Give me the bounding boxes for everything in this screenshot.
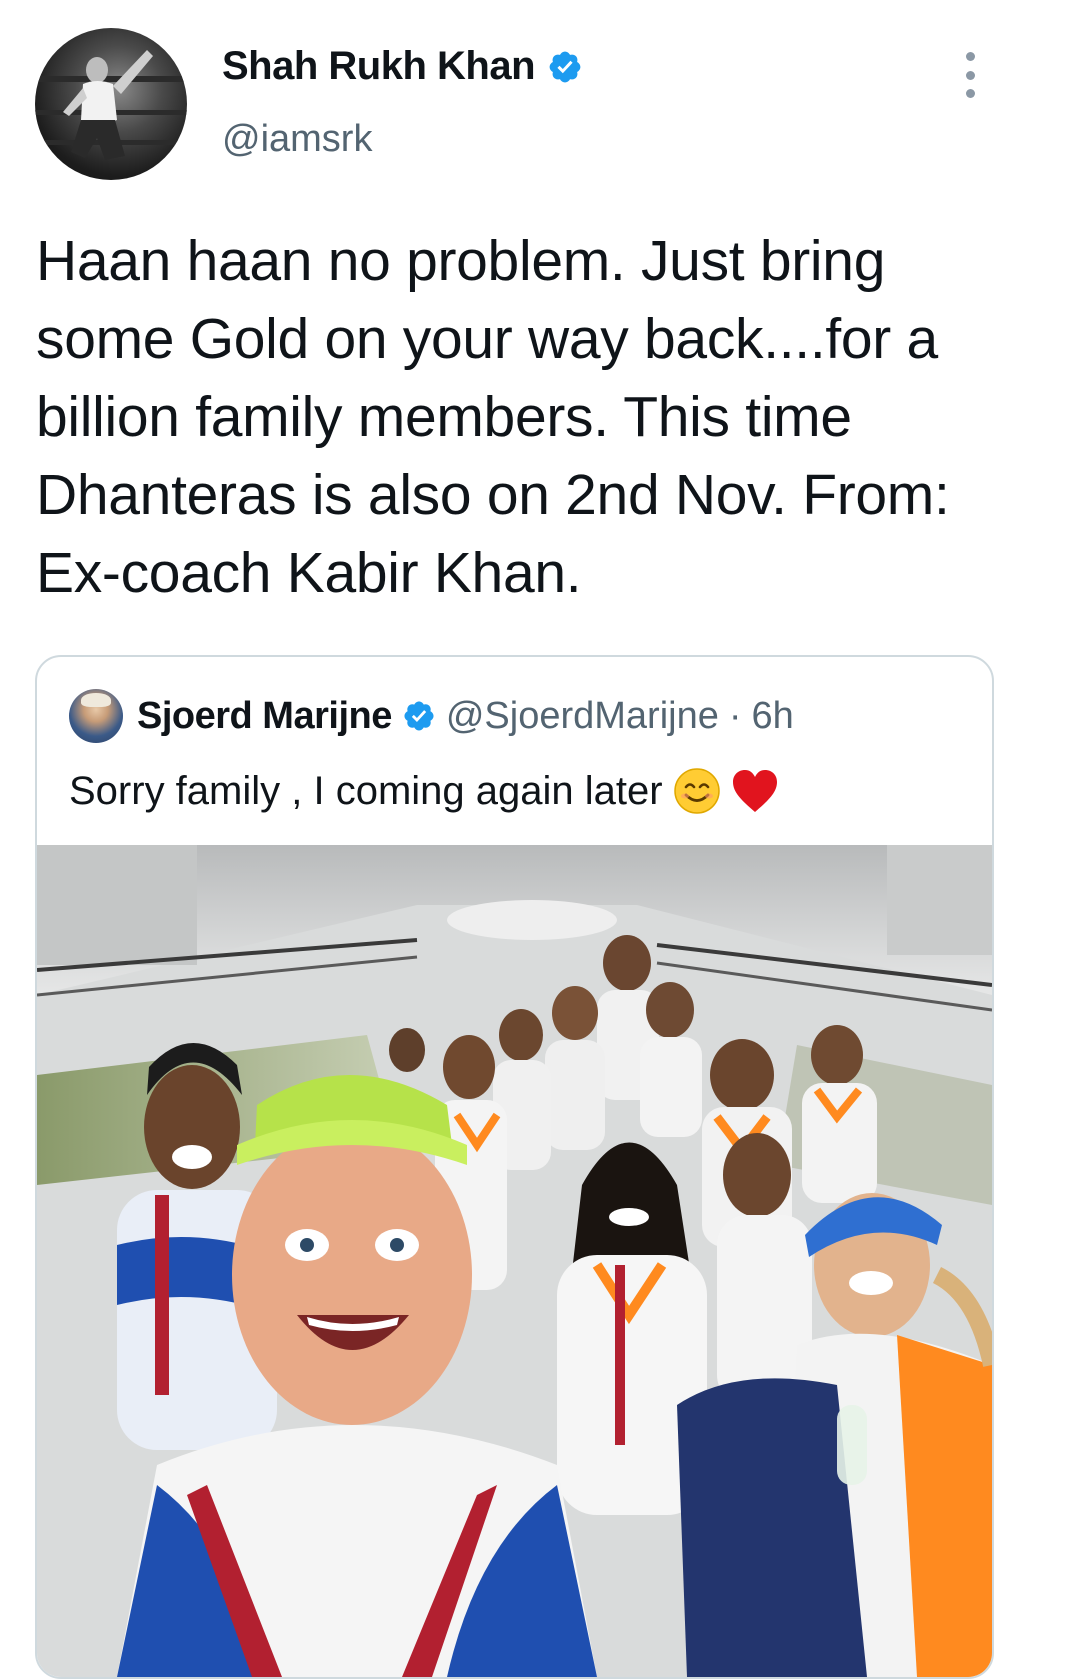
verified-badge-icon xyxy=(549,51,581,82)
tweet-text: Haan haan no problem. Just bring some Go… xyxy=(36,229,950,605)
author-avatar[interactable] xyxy=(35,28,187,180)
quoted-tweet-text-row: Sorry family , I coming again later xyxy=(69,767,779,815)
quoted-author-handle: @SjoerdMarijne xyxy=(445,694,719,737)
team-selfie-photo[interactable] xyxy=(37,845,992,1677)
more-dot xyxy=(965,52,975,61)
smiling-face-icon xyxy=(673,768,720,814)
quoted-tweet-text: Sorry family , I coming again later xyxy=(69,768,663,813)
avatar-photo-icon xyxy=(35,50,187,160)
red-heart-icon xyxy=(732,770,777,812)
author-handle[interactable]: @iamsrk xyxy=(222,118,372,161)
author-display-name[interactable]: Shah Rukh Khan xyxy=(222,44,536,89)
meta-separator: · xyxy=(728,694,742,737)
verified-badge-icon xyxy=(404,701,434,731)
quoted-tweet-time: 6h xyxy=(751,694,794,737)
more-dot xyxy=(965,70,975,80)
quoted-author-avatar xyxy=(69,689,123,743)
more-dot xyxy=(965,89,975,98)
quoted-tweet-card[interactable]: Sjoerd Marijne @SjoerdMarijne · 6h Sorry… xyxy=(35,655,994,1679)
author-name-row: Shah Rukh Khan xyxy=(222,44,583,89)
quoted-tweet-header: Sjoerd Marijne @SjoerdMarijne · 6h xyxy=(69,689,794,743)
more-vertical-icon[interactable] xyxy=(956,52,984,98)
quoted-author-display-name: Sjoerd Marijne xyxy=(137,694,392,737)
